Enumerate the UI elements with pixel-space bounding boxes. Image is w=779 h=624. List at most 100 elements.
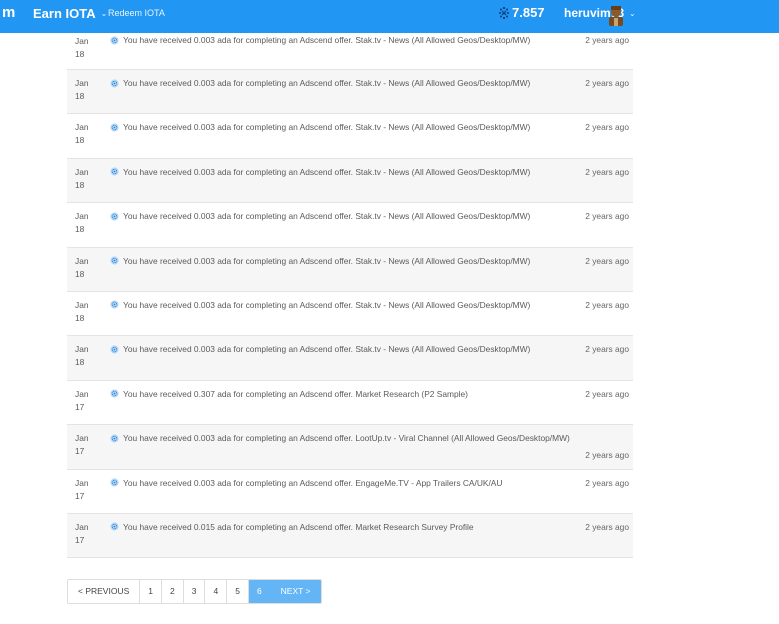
earn-iota-menu[interactable]: Earn IOTA ⌄ [33,6,107,21]
activity-date: Jan 17 [75,521,99,547]
activity-row: Jan 18 You have received 0.003 ada for com… [67,114,633,159]
activity-message: You have received 0.003 ada for completi… [110,256,590,266]
activity-row: Jan 18 You have received 0.003 ada for com… [67,292,633,337]
activity-message-text: You have received 0.003 ada for completi… [123,255,531,266]
activity-message: You have received 0.003 ada for completi… [110,433,650,443]
date-day: 18 [75,179,85,190]
chevron-down-icon: ⌄ [629,8,636,18]
balance-value: 7.857 [512,5,545,20]
activity-message: You have received 0.003 ada for completi… [110,300,590,310]
page-4-button[interactable]: 4 [205,580,228,603]
activity-message-text: You have received 0.003 ada for completi… [123,477,503,488]
earn-iota-label: Earn IOTA [33,6,96,21]
date-month: Jan [75,122,89,133]
activity-row: Jan 17 You have received 0.015 ada for com… [67,513,633,559]
activity-row: Jan 18 You have received 0.003 ada for com… [67,33,633,70]
cardano-gear-icon [110,212,119,221]
cardano-gear-icon [110,78,119,88]
page-2-button[interactable]: 2 [162,580,184,603]
activity-row: Jan 18 You have received 0.003 ada for com… [67,70,633,115]
date-day: 17 [75,401,85,412]
activity-row: Jan 18 You have received 0.003 ada for com… [67,203,633,248]
activity-time: 2 years ago [585,211,629,222]
previous-page-button[interactable]: < PREVIOUS [68,580,141,603]
activity-row: Jan 18 You have received 0.003 ada for com… [67,158,633,204]
activity-message-text: You have received 0.003 ada for completi… [123,344,531,355]
date-month: Jan [75,166,89,177]
date-month: Jan [75,521,89,532]
activity-message-text: You have received 0.003 ada for completi… [123,433,570,444]
date-day: 18 [75,357,85,368]
activity-time: 2 years ago [585,255,629,266]
activity-time: 2 years ago [585,166,629,177]
activity-message: You have received 0.003 ada for completi… [110,78,590,88]
activity-row: Jan 18 You have received 0.003 ada for com… [67,336,633,381]
activity-row: Jan 17 You have received 0.003 ada for com… [67,470,633,514]
page-1-button[interactable]: 1 [140,580,162,603]
cardano-gear-icon [110,522,119,532]
activity-date: Jan 18 [75,210,99,236]
cardano-gear-icon [110,300,119,310]
activity-date: Jan 18 [75,77,99,103]
date-month: Jan [75,255,89,266]
cardano-gear-icon [110,389,119,398]
cardano-gear-icon [110,345,119,354]
activity-message: You have received 0.003 ada for completi… [110,167,590,177]
activity-date: Jan 18 [75,35,99,61]
activity-date: Jan 18 [75,255,99,281]
page-3-button[interactable]: 3 [183,580,206,603]
date-month: Jan [75,78,89,88]
activity-message: You have received 0.003 ada for completi… [110,211,590,221]
date-month: Jan [75,299,89,310]
date-day: 18 [75,49,85,59]
activity-row: Jan 17 You have received 0.003 ada for com… [67,425,633,470]
redeem-iota-link[interactable]: Redeem IOTA [108,8,165,18]
activity-message: You have received 0.003 ada for completi… [110,344,590,354]
date-day: 17 [75,446,85,457]
iota-coin-icon [499,6,509,19]
activity-time: 2 years ago [585,450,629,461]
activity-row: Jan 18 You have received 0.003 ada for com… [67,247,633,292]
date-day: 18 [75,135,85,146]
date-day: 18 [75,268,85,279]
activity-time: 2 years ago [585,122,629,133]
date-month: Jan [75,36,89,46]
activity-message-text: You have received 0.015 ada for completi… [123,521,474,532]
cardano-gear-icon [110,256,119,265]
date-day: 17 [75,490,85,501]
activity-message: You have received 0.003 ada for completi… [110,35,590,45]
cardano-gear-icon [110,35,119,45]
activity-message-text: You have received 0.307 ada for completi… [123,388,468,399]
brand-logo-fragment[interactable]: m [2,4,15,21]
date-day: 18 [75,312,85,323]
cardano-gear-icon [110,123,119,132]
cardano-gear-icon [110,478,119,487]
activity-message: You have received 0.015 ada for completi… [110,522,590,532]
activity-table: Jan 18 You have received 0.003 ada for com… [67,33,633,559]
date-day: 18 [75,91,85,101]
date-month: Jan [75,344,89,355]
date-day: 17 [75,534,85,545]
activity-message-text: You have received 0.003 ada for completi… [123,35,531,45]
activity-date: Jan 18 [75,121,99,147]
activity-time: 2 years ago [585,78,629,88]
activity-message-text: You have received 0.003 ada for completi… [123,299,531,310]
next-page-button[interactable]: NEXT > [270,580,321,603]
page-5-button[interactable]: 5 [227,580,249,603]
date-day: 18 [75,224,85,235]
user-avatar[interactable] [605,4,627,28]
activity-message-text: You have received 0.003 ada for completi… [123,211,531,222]
activity-time: 2 years ago [585,521,629,532]
activity-time: 2 years ago [585,388,629,399]
balance-display[interactable]: 7.857 [497,5,545,20]
page-6-button[interactable]: 6 [248,580,271,603]
date-month: Jan [75,477,89,488]
activity-message-text: You have received 0.003 ada for completi… [123,78,531,88]
activity-time: 2 years ago [585,35,629,45]
pagination: < PREVIOUS 1 2 3 4 5 6 NEXT > [67,579,322,604]
activity-time: 2 years ago [585,299,629,310]
date-month: Jan [75,388,89,399]
activity-message-text: You have received 0.003 ada for completi… [123,122,531,133]
activity-date: Jan 18 [75,299,99,325]
activity-message: You have received 0.003 ada for completi… [110,122,590,132]
